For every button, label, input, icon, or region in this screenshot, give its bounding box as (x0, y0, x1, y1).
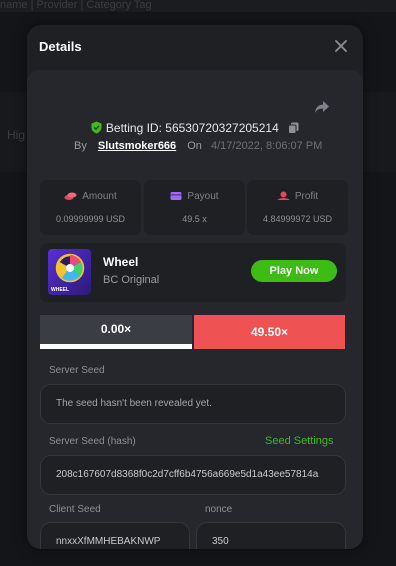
card-icon (170, 192, 182, 200)
amount-label: Amount (82, 191, 117, 202)
coins-icon (64, 192, 77, 200)
nonce-label: nonce (205, 504, 233, 515)
game-name: Wheel (103, 255, 139, 269)
by-label: By (74, 140, 87, 152)
profit-label: Profit (294, 191, 319, 202)
profit-icon (277, 191, 290, 200)
server-seed-value: The seed hasn't been revealed yet. (56, 398, 212, 409)
nonce-field[interactable]: 350 (196, 522, 346, 549)
seed-settings-link[interactable]: Seed Settings (265, 435, 334, 447)
betting-id-row: Betting ID: 56530720327205214 (27, 121, 363, 137)
server-seed-hash-label: Server Seed (hash) (49, 436, 136, 447)
modal-header: Details (27, 25, 363, 70)
amount-value: 0.09999999 USD (55, 214, 126, 224)
play-now-button[interactable]: Play Now (251, 260, 337, 282)
profit-stat: Profit 4.84999972 USD (247, 180, 348, 235)
server-seed-label: Server Seed (49, 365, 105, 376)
payout-value: 49.5 x (182, 214, 207, 224)
game-card: WHEEL Wheel BC Original Play Now (40, 243, 346, 302)
modal-title: Details (39, 39, 82, 54)
result-tab-zero-label: 0.00× (100, 322, 132, 336)
server-seed-field[interactable]: The seed hasn't been revealed yet. (40, 384, 346, 424)
close-icon[interactable] (333, 38, 349, 54)
on-label: On (187, 140, 202, 152)
payout-label: Payout (187, 191, 219, 202)
betting-id-label: Betting ID: (105, 121, 162, 135)
username-link[interactable]: Slutsmoker666 (98, 140, 176, 152)
payout-stat: Payout 49.5 x (144, 180, 245, 235)
profit-value: 4.84999972 USD (262, 214, 333, 224)
bettor-row: By Slutsmoker666 On 4/17/2022, 8:06:07 P… (74, 140, 322, 152)
result-tab-payout[interactable]: 49.50× (194, 315, 345, 349)
client-seed-label: Client Seed (49, 504, 101, 515)
share-icon[interactable] (313, 98, 331, 116)
game-thumbnail[interactable]: WHEEL (48, 249, 91, 295)
betting-id-value: 56530720327205214 (165, 121, 279, 135)
client-seed-value: nnxxXfMMHEBAKNWP (56, 536, 161, 547)
bet-datetime: 4/17/2022, 8:06:07 PM (210, 140, 323, 152)
server-seed-hash-field[interactable]: 208c167607d8368f0c2d7cff6b4756a669e5d1a4… (40, 455, 346, 495)
client-seed-field[interactable]: nnxxXfMMHEBAKNWP (40, 522, 190, 549)
active-tab-indicator (40, 344, 192, 349)
game-thumb-label: WHEEL (51, 287, 69, 293)
server-seed-hash-value: 208c167607d8368f0c2d7cff6b4756a669e5d1a4… (56, 469, 319, 480)
result-tab-zero[interactable]: 0.00× (40, 315, 192, 349)
game-subtitle: BC Original (103, 274, 160, 286)
amount-stat: Amount 0.09999999 USD (40, 180, 141, 235)
shield-icon (91, 121, 102, 137)
copy-icon[interactable] (288, 122, 299, 137)
nonce-value: 350 (212, 536, 229, 547)
details-modal: Details Betting ID: 56530720327205214 By… (27, 25, 363, 549)
